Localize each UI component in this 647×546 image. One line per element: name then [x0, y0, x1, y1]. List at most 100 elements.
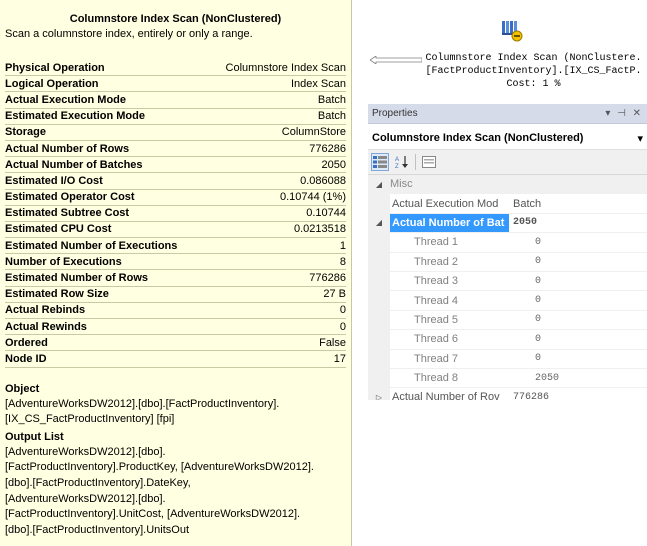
row-gutter: [368, 349, 390, 368]
properties-titlebar[interactable]: Properties ▾ ⊣ ✕: [368, 104, 647, 124]
tooltip-row-node-id: Node ID 17: [5, 351, 346, 368]
property-value: Batch: [513, 197, 542, 210]
category-misc[interactable]: ◢ Misc: [368, 175, 647, 195]
tooltip-row-actual-execution-mode: Actual Execution Mode Batch: [5, 92, 346, 109]
object-selector-value: Columnstore Index Scan (NonClustered): [372, 132, 584, 144]
alphabetical-icon[interactable]: AZ: [393, 153, 411, 171]
row-value: ColumnStore: [281, 126, 346, 139]
plan-node-cost: Cost: 1 %: [506, 79, 561, 90]
object-line: [IX_CS_FactProductInventory] [fpi]: [5, 413, 175, 426]
property-name: Thread 6: [414, 333, 459, 346]
property-row-thread[interactable]: Thread 8 2050: [368, 368, 647, 389]
tooltip-row-estimated-execution-mode: Estimated Execution Mode Batch: [5, 109, 346, 125]
properties-window: Properties ▾ ⊣ ✕ Columnstore Index Scan …: [368, 104, 647, 400]
property-name: Thread 8: [414, 372, 459, 385]
expand-icon[interactable]: ▷: [368, 388, 390, 400]
collapse-icon[interactable]: ◢: [368, 175, 390, 194]
property-name: Actual Number of Bat: [390, 213, 509, 233]
tooltip-row-estimated-row-size: Estimated Row Size 27 B: [5, 287, 346, 303]
window-controls-icon[interactable]: ▾ ⊣ ✕: [605, 108, 643, 119]
row-label: Actual Number of Rows: [5, 142, 130, 155]
row-value: 776286: [309, 142, 346, 155]
property-value: 0: [535, 333, 542, 345]
property-name: Actual Number of Rov: [392, 391, 500, 400]
property-name: Thread 1: [414, 236, 459, 249]
row-value: 0: [339, 304, 346, 317]
property-row[interactable]: Actual Execution Mod Batch: [368, 194, 647, 214]
row-label: Actual Execution Mode: [5, 93, 127, 106]
chevron-down-icon[interactable]: ▾: [637, 132, 643, 145]
property-row-thread[interactable]: Thread 4 0: [368, 291, 647, 311]
row-label: Actual Number of Batches: [5, 158, 143, 171]
property-value: 2050: [535, 372, 560, 384]
property-name: Thread 7: [414, 352, 459, 365]
property-row-thread[interactable]: Thread 1 0: [368, 233, 647, 253]
row-value: 0: [339, 320, 346, 333]
columnstore-index-scan-icon[interactable]: [499, 19, 525, 43]
row-value: False: [319, 336, 346, 349]
row-label: Actual Rewinds: [5, 320, 87, 333]
property-pages-icon[interactable]: [420, 153, 438, 171]
property-row-thread[interactable]: Thread 6 0: [368, 330, 647, 350]
property-row-thread[interactable]: Thread 5 0: [368, 310, 647, 331]
row-label: Estimated CPU Cost: [5, 223, 112, 236]
output-line: [FactProductInventory].UnitCost, [Advent…: [5, 508, 301, 521]
row-value: Columnstore Index Scan: [225, 61, 346, 74]
plan-node-label-line: Columnstore Index Scan (NonClustere.: [425, 53, 642, 64]
row-gutter: [368, 310, 390, 330]
row-label: Estimated Execution Mode: [5, 110, 145, 123]
tooltip-row-actual-rebinds: Actual Rebinds 0: [5, 303, 346, 319]
output-line: [dbo].[FactProductInventory].DateKey,: [5, 476, 191, 489]
property-value: 0: [535, 275, 542, 287]
row-label: Estimated Subtree Cost: [5, 207, 130, 220]
property-name: Thread 3: [414, 275, 459, 288]
tooltip-row-storage: Storage ColumnStore: [5, 125, 346, 141]
toolbar-separator: [415, 154, 416, 170]
tooltip-row-estimated-subtree-cost: Estimated Subtree Cost 0.10744: [5, 206, 346, 222]
row-label: Actual Rebinds: [5, 304, 86, 317]
row-label: Estimated Operator Cost: [5, 191, 135, 204]
row-value: Batch: [317, 110, 346, 123]
tooltip-property-list: Physical Operation Columnstore Index Scan…: [5, 60, 346, 368]
row-gutter: [368, 368, 390, 388]
categorized-icon[interactable]: [371, 153, 389, 171]
tooltip-row-estimated-operator-cost: Estimated Operator Cost 0.10744 (1%): [5, 190, 346, 206]
object-selector-dropdown[interactable]: Columnstore Index Scan (NonClustered) ▾: [368, 127, 647, 150]
property-grid: ◢ Misc Actual Execution Mod Batch ◢ Actu…: [368, 175, 647, 400]
row-gutter: [368, 330, 390, 349]
property-row[interactable]: ▷ Actual Number of Rov 776286: [368, 388, 647, 400]
properties-toolbar: AZ: [368, 150, 647, 175]
row-label: Node ID: [5, 352, 47, 365]
property-value: 0: [535, 295, 542, 307]
tooltip-row-estimated-number-of-rows: Estimated Number of Rows 776286: [5, 270, 346, 287]
row-value: 2050: [321, 158, 346, 171]
row-gutter: [368, 252, 390, 271]
property-row-selected[interactable]: ◢ Actual Number of Bat 2050: [368, 213, 647, 234]
output-line: [AdventureWorksDW2012].[dbo].: [5, 445, 166, 458]
row-gutter: [368, 194, 390, 213]
row-value: Batch: [317, 93, 346, 106]
object-line: [AdventureWorksDW2012].[dbo].[FactProduc…: [5, 397, 280, 410]
collapse-icon[interactable]: ◢: [368, 213, 390, 233]
row-gutter: [368, 271, 390, 291]
object-heading: Object: [5, 382, 40, 395]
row-value: 27 B: [323, 288, 346, 301]
tooltip-row-logical-operation: Logical Operation Index Scan: [5, 76, 346, 93]
tooltip-row-actual-number-of-batches: Actual Number of Batches 2050: [5, 157, 346, 174]
row-label: Ordered: [5, 336, 48, 349]
property-row-thread[interactable]: Thread 7 0: [368, 349, 647, 369]
row-gutter: [368, 291, 390, 310]
plan-node-label[interactable]: Columnstore Index Scan (NonClustere. [Fa…: [420, 52, 647, 91]
row-value: 1: [339, 239, 346, 252]
property-row-thread[interactable]: Thread 2 0: [368, 252, 647, 272]
row-label: Storage: [5, 126, 46, 139]
row-label: Logical Operation: [5, 77, 99, 90]
property-name: Thread 4: [414, 294, 459, 307]
row-gutter: [368, 233, 390, 252]
output-list-heading: Output List: [5, 430, 64, 443]
property-value: 0: [535, 256, 542, 268]
row-value: 0.10744 (1%): [279, 191, 346, 204]
property-row-thread[interactable]: Thread 3 0: [368, 271, 647, 292]
property-name: Thread 5: [414, 313, 459, 326]
data-flow-arrow: [369, 55, 423, 65]
